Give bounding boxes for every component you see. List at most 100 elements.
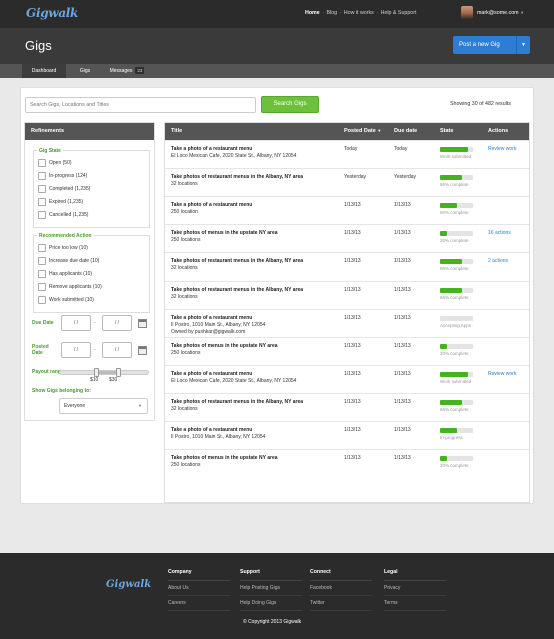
due-date: 1/13/13: [394, 455, 411, 462]
row-action-link[interactable]: Review work: [488, 146, 516, 152]
nav-help-support[interactable]: Help & Support: [381, 10, 417, 16]
footer-link-help-doing[interactable]: Help Doing Gigs: [240, 596, 302, 611]
gig-title[interactable]: Take photos of restaurant menus in the A…: [171, 258, 303, 264]
checkbox[interactable]: [38, 198, 46, 206]
due-date-to[interactable]: / /: [102, 315, 132, 331]
checkbox[interactable]: [38, 257, 46, 265]
checkbox[interactable]: [38, 244, 46, 252]
gig-subtitle: Il Postro, 1010 Main St., Albany, NY 120…: [171, 321, 266, 328]
progress-fill: [440, 399, 462, 405]
recommended-action-group: Recommended Action Price too low (10) In…: [33, 233, 150, 313]
payout-range-slider[interactable]: [59, 368, 149, 377]
footer-link-terms[interactable]: Terms: [384, 596, 446, 611]
col-state[interactable]: State: [440, 128, 453, 134]
state-label: In-progress: [440, 435, 463, 440]
state-label: 66% complete: [440, 182, 469, 188]
checkbox[interactable]: [38, 283, 46, 291]
table-row[interactable]: Take photos of restaurant menus in the A…: [165, 252, 529, 279]
posted-date-from[interactable]: / /: [61, 342, 91, 358]
avatar[interactable]: [461, 6, 473, 19]
footer-link-facebook[interactable]: Facebook: [310, 581, 372, 596]
due-date-from[interactable]: / /: [61, 315, 91, 331]
gig-subtitle: 250 locations: [171, 349, 201, 356]
progress-fill: [440, 203, 457, 209]
col-posted-date[interactable]: Posted Date ▼: [344, 128, 381, 134]
table-row[interactable]: Take photos of restaurant menus in the A…: [165, 168, 529, 195]
gig-title[interactable]: Take a photo of a restaurant menu: [171, 202, 252, 208]
footer-link-careers[interactable]: Careers: [168, 596, 230, 611]
slider-handle-max[interactable]: [116, 368, 121, 377]
checkbox[interactable]: [38, 296, 46, 304]
table-row[interactable]: Take a photo of a restaurant menu Il Post…: [165, 421, 529, 448]
state-label: 20% complete: [440, 350, 469, 356]
gig-title[interactable]: Take a photo of a restaurant menu: [171, 427, 252, 433]
payout-min-value: $10: [90, 377, 99, 383]
table-row[interactable]: Take a photo of a restaurant menu El Loco…: [165, 364, 529, 392]
gigwalk-logo[interactable]: Gigwalk: [26, 6, 78, 20]
due-date: 1/13/13: [394, 398, 411, 405]
progress-bar: [440, 399, 473, 405]
gig-title[interactable]: Take photos of menus in the upstate NY a…: [171, 230, 278, 236]
gig-title[interactable]: Take photos of restaurant menus in the A…: [171, 399, 303, 405]
footer-link-help-posting[interactable]: Help Posting Gigs: [240, 581, 302, 596]
nav-how-it-works[interactable]: How it works: [344, 10, 374, 16]
slider-handle-min[interactable]: [94, 368, 99, 377]
gig-title[interactable]: Take a photo of a restaurant menu: [171, 146, 252, 152]
row-action-link[interactable]: 2 actions: [488, 258, 508, 264]
chevron-down-icon[interactable]: ▼: [516, 36, 530, 54]
gig-title[interactable]: Take photos of restaurant menus in the A…: [171, 174, 303, 180]
tab-dashboard[interactable]: Dashboard: [22, 64, 66, 78]
table-row[interactable]: Take photos of restaurant menus in the A…: [165, 392, 529, 420]
tab-gigs[interactable]: Gigs: [70, 64, 100, 78]
user-menu[interactable]: mark@some.com ▼: [477, 10, 524, 16]
table-row[interactable]: Take photos of menus in the upstate NY a…: [165, 224, 529, 251]
table-row[interactable]: Take a photo of a restaurant menu Il Post…: [165, 308, 529, 336]
footer-logo[interactable]: Gigwalk: [106, 579, 151, 590]
gig-title[interactable]: Take a photo of a restaurant menu: [171, 371, 252, 377]
checkbox[interactable]: [38, 185, 46, 193]
row-action-link[interactable]: Review work: [488, 371, 516, 377]
gig-title[interactable]: Take photos of menus in the upstate NY a…: [171, 343, 278, 349]
posted-date: 1/13/13: [344, 230, 361, 237]
checkbox[interactable]: [38, 172, 46, 180]
footer-link-twitter[interactable]: Twitter: [310, 596, 372, 611]
gig-title[interactable]: Take photos of restaurant menus in the A…: [171, 287, 303, 293]
table-row[interactable]: Take photos of restaurant menus in the A…: [165, 280, 529, 308]
posted-date-to[interactable]: / /: [102, 342, 132, 358]
col-due-date[interactable]: Due date: [394, 128, 417, 134]
gig-title[interactable]: Take photos of menus in the upstate NY a…: [171, 455, 278, 461]
posted-date: 1/13/13: [344, 427, 361, 433]
due-date-label: Due Date: [32, 320, 54, 326]
table-row[interactable]: Take photos of menus in the upstate NY a…: [165, 449, 529, 476]
calendar-icon[interactable]: [138, 346, 147, 355]
gig-subtitle: El Loco Mexican Cafe, 2020 State St., Al…: [171, 153, 297, 159]
progress-bar: [440, 371, 473, 377]
due-date: 1/13/13: [394, 314, 411, 321]
checkbox[interactable]: [38, 159, 46, 167]
search-gigs-button[interactable]: Search Gigs: [261, 96, 319, 113]
progress-bar: [440, 231, 473, 237]
state-label: 66% complete: [440, 294, 469, 300]
calendar-icon[interactable]: [138, 319, 147, 328]
checkbox[interactable]: [38, 211, 46, 219]
post-new-gig-button[interactable]: Post a new Gig ▼: [453, 36, 530, 54]
search-input[interactable]: [25, 97, 256, 113]
due-date: Yesterday: [394, 174, 417, 181]
nav-home[interactable]: Home: [305, 10, 320, 16]
table-row[interactable]: Take a photo of a restaurant menu El Loco…: [165, 140, 529, 167]
posted-date: 1/13/13: [344, 286, 361, 293]
footer-link-privacy[interactable]: Privacy: [384, 581, 446, 596]
due-date: Today: [394, 146, 408, 152]
gig-title[interactable]: Take a photo of a restaurant menu: [171, 315, 252, 321]
belonging-value: Everyone: [64, 403, 86, 409]
nav-blog[interactable]: Blog: [326, 10, 337, 16]
row-action-link[interactable]: 16 actions: [488, 230, 511, 236]
col-title[interactable]: Title: [171, 128, 182, 134]
footer-link-about[interactable]: About Us: [168, 581, 230, 596]
table-row[interactable]: Take photos of menus in the upstate NY a…: [165, 336, 529, 364]
tab-messages[interactable]: Messages 23: [103, 64, 151, 78]
table-row[interactable]: Take a photo of a restaurant menu 250 loc…: [165, 196, 529, 223]
belonging-select[interactable]: Everyone ▼: [59, 398, 148, 414]
gig-subtitle: 250 locations: [171, 237, 201, 244]
checkbox[interactable]: [38, 270, 46, 278]
